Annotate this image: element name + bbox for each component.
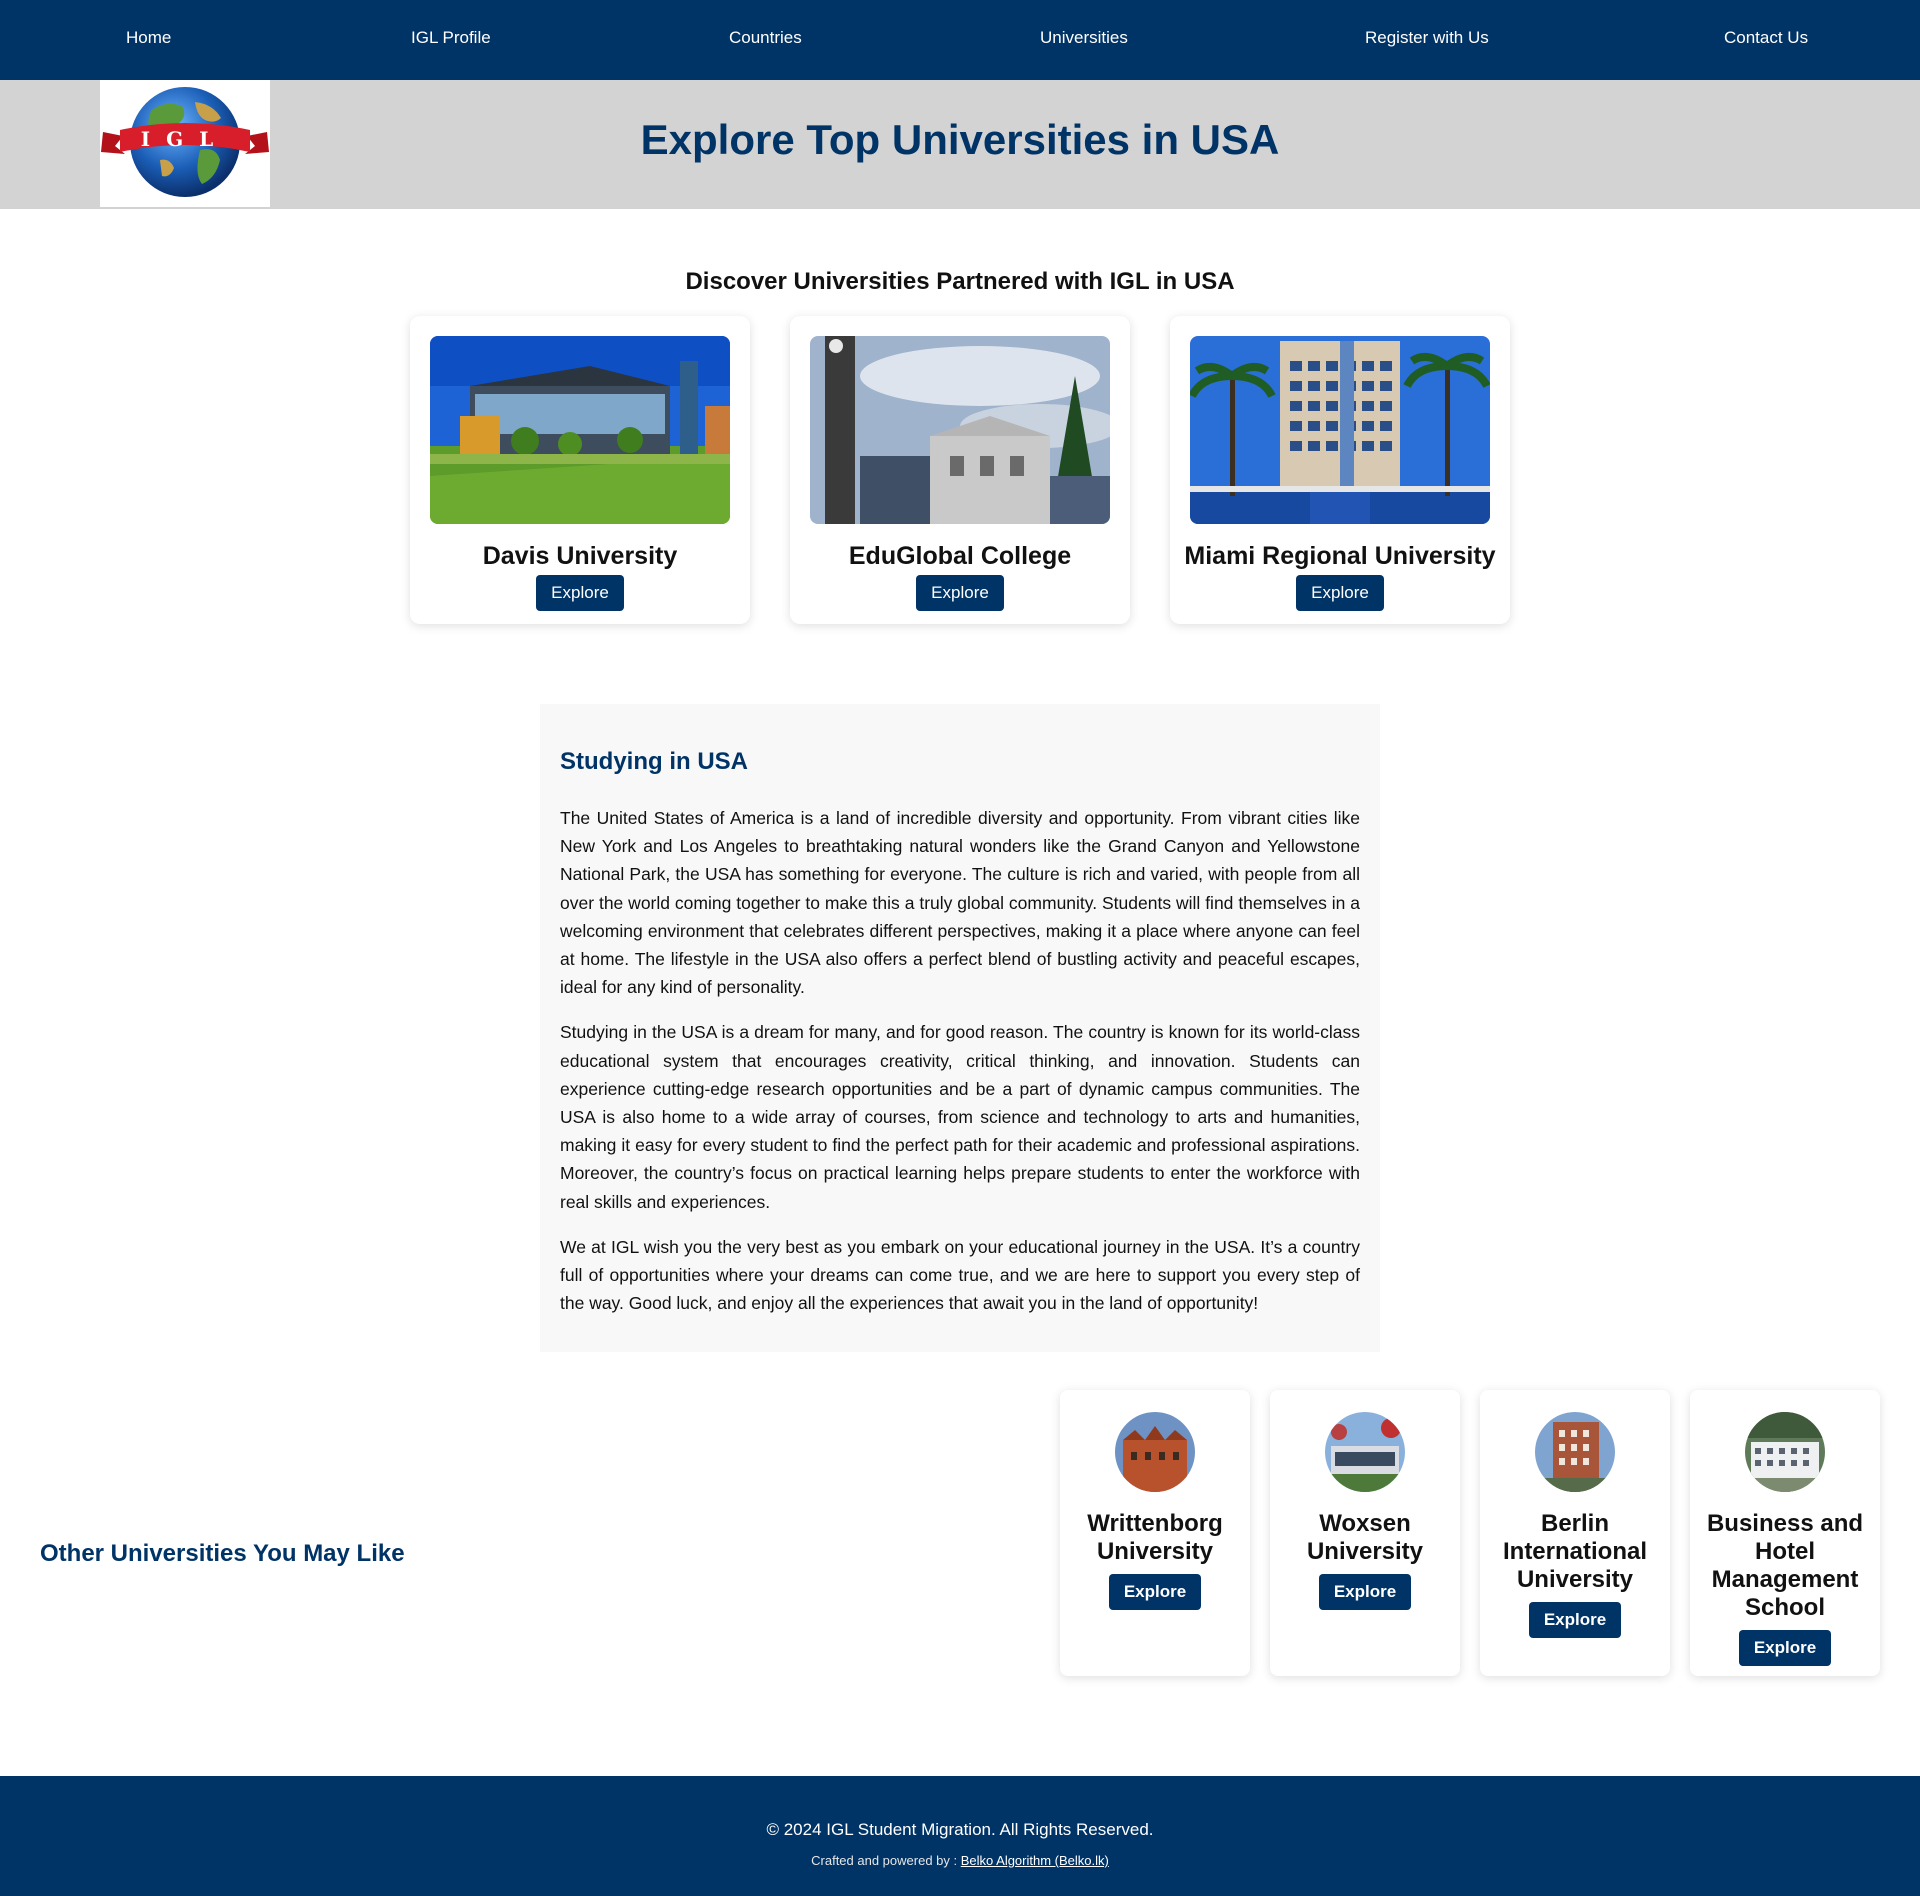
copyright-text: © 2024 IGL Student Migration. All Rights… (766, 1820, 1154, 1839)
other-card-berlin: Berlin International University Explore (1480, 1390, 1670, 1676)
miami-campus-photo (1190, 336, 1490, 524)
bhms-thumbnail (1745, 1412, 1825, 1492)
study-text: The United States of America is a land o… (560, 804, 1360, 1334)
study-title: Studying in USA (560, 748, 748, 775)
credit-link[interactable]: Belko Algorithm (Belko.lk) (961, 1853, 1109, 1868)
footer: © 2024 IGL Student Migration. All Rights… (0, 1776, 1920, 1896)
partners-title: Discover Universities Partnered with IGL… (685, 268, 1235, 295)
partner-name: EduGlobal College (848, 542, 1072, 570)
other-card-woxsen: Woxsen University Explore (1270, 1390, 1460, 1676)
other-name-block: Writtenborg University Explore (1060, 1510, 1250, 1610)
other-name: Woxsen University (1306, 1510, 1424, 1565)
explore-writtenborg-button[interactable]: Explore (1108, 1574, 1202, 1610)
partner-name: Davis University (482, 542, 678, 570)
partner-card-eduglobal: EduGlobal College Explore (790, 316, 1130, 624)
nav-universities[interactable]: Universities (1040, 28, 1128, 48)
other-name: Business and Hotel Management School (1706, 1510, 1864, 1621)
other-card-writtenborg: Writtenborg University Explore (1060, 1390, 1250, 1676)
other-name-block: Business and Hotel Management School Exp… (1690, 1510, 1880, 1666)
studying-in-usa-panel: Studying in USA The United States of Ame… (540, 704, 1380, 1352)
study-paragraph: The United States of America is a land o… (560, 808, 1360, 998)
credit-prefix: Crafted and powered by : (811, 1853, 961, 1868)
partner-card-davis: Davis University Explore (410, 316, 750, 624)
credit-line: Crafted and powered by : Belko Algorithm… (0, 1853, 1920, 1868)
writtenborg-thumbnail (1115, 1412, 1195, 1492)
other-universities-title: Other Universities You May Like (40, 1540, 405, 1567)
study-paragraph: Studying in the USA is a dream for many,… (560, 1022, 1360, 1212)
davis-campus-photo (430, 336, 730, 524)
explore-berlin-button[interactable]: Explore (1528, 1602, 1622, 1638)
explore-woxsen-button[interactable]: Explore (1318, 1574, 1412, 1610)
nav-register[interactable]: Register with Us (1365, 28, 1489, 48)
other-name: Writtenborg University (1087, 1510, 1223, 1565)
eduglobal-campus-photo (810, 336, 1110, 524)
partner-name: Miami Regional University (1184, 542, 1496, 570)
top-navigation: Home IGL Profile Countries Universities … (0, 0, 1920, 80)
explore-eduglobal-button[interactable]: Explore (916, 575, 1004, 611)
berlin-thumbnail (1535, 1412, 1615, 1492)
explore-miami-button[interactable]: Explore (1296, 575, 1384, 611)
partner-card-miami: Miami Regional University Explore (1170, 316, 1510, 624)
hero-banner: IGL Explore Top Universities in USA (0, 80, 1920, 209)
nav-igl-profile[interactable]: IGL Profile (411, 28, 491, 48)
nav-home[interactable]: Home (126, 28, 171, 48)
other-name: Berlin International University (1502, 1510, 1647, 1593)
other-card-bhms: Business and Hotel Management School Exp… (1690, 1390, 1880, 1676)
woxsen-thumbnail (1325, 1412, 1405, 1492)
explore-bhms-button[interactable]: Explore (1738, 1630, 1832, 1666)
nav-contact[interactable]: Contact Us (1724, 28, 1808, 48)
page-title: Explore Top Universities in USA (640, 116, 1280, 163)
explore-davis-button[interactable]: Explore (536, 575, 624, 611)
other-name-block: Berlin International University Explore (1480, 1510, 1670, 1638)
other-name-block: Woxsen University Explore (1270, 1510, 1460, 1610)
study-paragraph: We at IGL wish you the very best as you … (560, 1236, 1360, 1314)
nav-countries[interactable]: Countries (729, 28, 802, 48)
